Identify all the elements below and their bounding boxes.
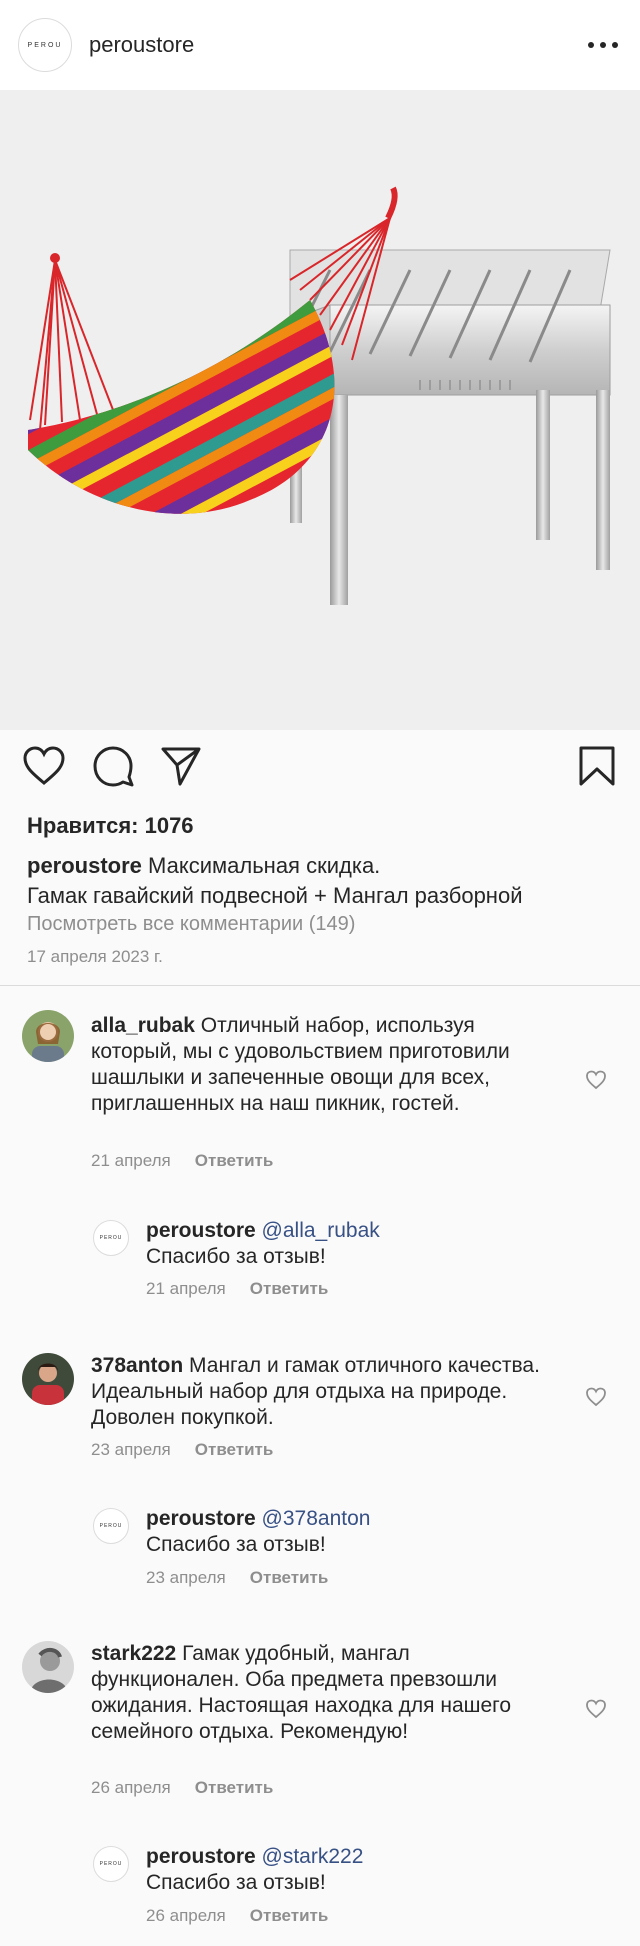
- reply-meta: 21 апреля Ответить: [146, 1279, 329, 1298]
- reply-avatar[interactable]: PEROU: [93, 1846, 129, 1882]
- caption-line1: Максимальная скидка.: [148, 853, 381, 878]
- comment-icon[interactable]: [92, 745, 134, 787]
- reply-username[interactable]: peroustore: [146, 1845, 256, 1868]
- reply-button[interactable]: Ответить: [250, 1568, 329, 1587]
- caption-username[interactable]: peroustore: [27, 853, 142, 878]
- reply-button[interactable]: Ответить: [250, 1906, 329, 1925]
- reply-button[interactable]: Ответить: [250, 1279, 329, 1298]
- comment-username[interactable]: alla_rubak: [91, 1014, 195, 1037]
- reply-avatar[interactable]: PEROU: [93, 1508, 129, 1544]
- reply-text: peroustore @378anton Спасибо за отзыв!: [146, 1507, 371, 1556]
- reply-button[interactable]: Ответить: [195, 1778, 274, 1797]
- comment-like-heart-icon[interactable]: [585, 1387, 607, 1407]
- reply-mention[interactable]: @alla_rubak: [262, 1219, 380, 1242]
- send-icon[interactable]: [160, 745, 202, 787]
- comment-text: alla_rubak Отличный набор, используя кот…: [91, 1014, 510, 1115]
- post-actions: [0, 745, 640, 795]
- comment-text: 378anton Мангал и гамак отличного качест…: [91, 1354, 540, 1429]
- hammock-grill-illustration: [28, 186, 611, 605]
- likes-count[interactable]: Нравится: 1076: [27, 813, 194, 839]
- store-avatar[interactable]: PEROU: [18, 18, 72, 72]
- commenter-avatar[interactable]: [22, 1010, 74, 1062]
- view-all-comments-link[interactable]: Посмотреть все комментарии (149): [27, 913, 355, 936]
- reply-username[interactable]: peroustore: [146, 1507, 256, 1530]
- caption-line2: Гамак гавайский подвесной + Мангал разбо…: [27, 883, 523, 908]
- commenter-avatar[interactable]: [22, 1641, 74, 1693]
- header-username[interactable]: peroustore: [89, 32, 194, 58]
- comment-username[interactable]: 378anton: [91, 1354, 183, 1377]
- reply-text: peroustore @alla_rubak Спасибо за отзыв!: [146, 1219, 380, 1268]
- reply-meta: 23 апреля Ответить: [146, 1568, 329, 1587]
- comment-meta: 21 апреля Ответить: [91, 1151, 273, 1171]
- comment-username[interactable]: stark222: [91, 1642, 176, 1665]
- comment-meta: 23 апреля Ответить: [91, 1440, 274, 1459]
- store-logo-text: PEROU: [27, 41, 63, 49]
- reply-text: peroustore @stark222 Спасибо за отзыв!: [146, 1845, 364, 1894]
- post-date: 17 апреля 2023 г.: [27, 947, 163, 966]
- comment-date: 21 апреля: [91, 1151, 171, 1170]
- reply-meta: 26 апреля Ответить: [146, 1906, 329, 1925]
- more-horizontal-icon[interactable]: [588, 36, 618, 54]
- post-image[interactable]: [0, 90, 640, 730]
- heart-icon[interactable]: [22, 745, 66, 787]
- comment-meta: 26 апреля Ответить: [91, 1778, 274, 1797]
- comment-like-heart-icon[interactable]: [585, 1070, 607, 1090]
- reply-username[interactable]: peroustore: [146, 1219, 256, 1242]
- comment-text: stark222 Гамак удобный, мангал функциона…: [91, 1642, 512, 1743]
- reply-avatar[interactable]: PEROU: [93, 1220, 129, 1256]
- commenter-avatar[interactable]: [22, 1353, 74, 1405]
- reply-button[interactable]: Ответить: [195, 1151, 274, 1170]
- comment-like-heart-icon[interactable]: [585, 1699, 607, 1719]
- bookmark-icon[interactable]: [577, 745, 617, 787]
- reply-button[interactable]: Ответить: [195, 1440, 274, 1459]
- post-caption: peroustore Максимальная скидка. Гамак га…: [27, 851, 627, 911]
- reply-mention[interactable]: @378anton: [262, 1507, 371, 1530]
- reply-mention[interactable]: @stark222: [262, 1845, 364, 1868]
- divider: [0, 985, 640, 986]
- post-header: PEROU peroustore: [0, 0, 640, 90]
